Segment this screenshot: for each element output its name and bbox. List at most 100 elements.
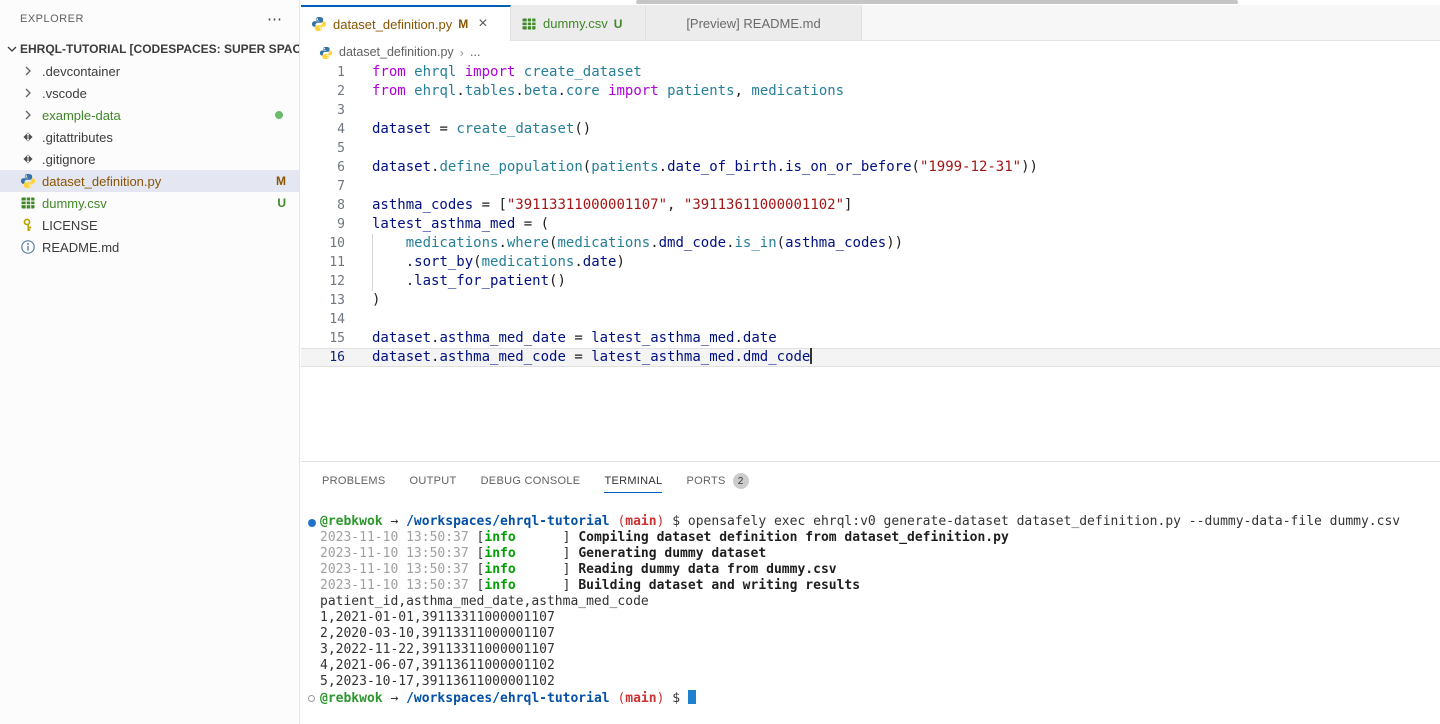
code-line-3: 3 <box>301 101 1440 120</box>
terminal-line-9: 3,2022-11-22,39113311000001107 <box>301 642 1440 658</box>
code-line-9: 9latest_asthma_med = ( <box>301 215 1440 234</box>
terminal-line-7: 1,2021-01-01,39113311000001107 <box>301 610 1440 626</box>
panel-tab-output[interactable]: OUTPUT <box>398 462 469 500</box>
git-status-badge: M <box>276 174 286 188</box>
line-number: 10 <box>301 234 345 253</box>
code-line-2: 2from ehrql.tables.beta.core import pati… <box>301 82 1440 101</box>
code-text[interactable]: ) <box>345 291 380 310</box>
panel-tab-ports[interactable]: PORTS 2 <box>674 462 760 500</box>
explorer-sidebar: EXPLORER ⋯ EHRQL-TUTORIAL [CODESPACES: S… <box>0 0 300 724</box>
terminal-line-10: 4,2021-06-07,39113611000001102 <box>301 658 1440 674</box>
code-line-12: 12 .last_for_patient() <box>301 272 1440 291</box>
terminal-line-2: 2023-11-10 13:50:37 [info ] Compiling da… <box>301 530 1440 546</box>
explorer-root-folder[interactable]: EHRQL-TUTORIAL [CODESPACES: SUPER SPACE … <box>0 38 299 60</box>
code-text[interactable]: latest_asthma_med = ( <box>345 215 549 234</box>
explorer-header: EXPLORER ⋯ <box>0 0 299 38</box>
chevron-right-icon <box>20 107 36 123</box>
license-icon <box>20 217 36 233</box>
code-line-14: 14 <box>301 310 1440 329</box>
code-text[interactable]: .last_for_patient() <box>345 272 566 291</box>
file-label: .gitattributes <box>42 130 299 145</box>
breadcrumb-symbol[interactable]: ... <box>470 45 480 59</box>
git-status-badge: U <box>277 196 286 210</box>
explorer-item-dataset-definition-py[interactable]: dataset_definition.pyM <box>0 170 299 192</box>
file-label: dummy.csv <box>42 196 277 211</box>
explorer-item-license[interactable]: LICENSE <box>0 214 299 236</box>
git-status-badge: U <box>614 17 623 31</box>
explorer-item--devcontainer[interactable]: .devcontainer <box>0 60 299 82</box>
panel-tab-problems[interactable]: PROBLEMS <box>310 462 398 500</box>
code-line-5: 5 <box>301 139 1440 158</box>
explorer-item--gitattributes[interactable]: .gitattributes <box>0 126 299 148</box>
explorer-title: EXPLORER <box>20 13 84 25</box>
code-text[interactable]: from ehrql import create_dataset <box>345 63 642 82</box>
code-line-16: 16dataset.asthma_med_code = latest_asthm… <box>301 348 1440 367</box>
code-line-4: 4dataset = create_dataset() <box>301 120 1440 139</box>
panel-tab-label: PROBLEMS <box>322 475 386 487</box>
chevron-right-icon <box>20 85 36 101</box>
line-number: 1 <box>301 63 345 82</box>
csv-icon <box>20 195 36 211</box>
file-label: example-data <box>42 108 275 123</box>
line-number: 6 <box>301 158 345 177</box>
close-icon[interactable]: × <box>478 16 487 32</box>
chevron-right-icon: › <box>460 45 464 60</box>
terminal-line-11: 5,2023-10-17,39113611000001102 <box>301 674 1440 690</box>
code-text[interactable]: medications.where(medications.dmd_code.i… <box>345 234 903 253</box>
panel-tab-label: PORTS <box>686 475 725 487</box>
line-number: 12 <box>301 272 345 291</box>
breadcrumb-file[interactable]: dataset_definition.py <box>339 45 454 59</box>
git-icon <box>20 151 36 167</box>
terminal-line-8: 2,2020-03-10,39113311000001107 <box>301 626 1440 642</box>
command-decoration-icon[interactable] <box>308 695 315 702</box>
panel-tab-terminal[interactable]: TERMINAL <box>592 462 674 500</box>
ports-count-badge: 2 <box>733 473 749 489</box>
explorer-item--vscode[interactable]: .vscode <box>0 82 299 104</box>
code-line-7: 7 <box>301 177 1440 196</box>
git-change-dot-icon <box>275 111 283 119</box>
line-number: 7 <box>301 177 345 196</box>
line-number: 16 <box>301 348 345 367</box>
explorer-item-readme-md[interactable]: README.md <box>0 236 299 258</box>
code-line-1: 1from ehrql import create_dataset <box>301 63 1440 82</box>
code-text[interactable] <box>345 101 372 120</box>
explorer-item-dummy-csv[interactable]: dummy.csvU <box>0 192 299 214</box>
code-text[interactable]: .sort_by(medications.date) <box>345 253 625 272</box>
python-icon <box>311 16 327 32</box>
terminal-line-5: 2023-11-10 13:50:37 [info ] Building dat… <box>301 578 1440 594</box>
explorer-item-example-data[interactable]: example-data <box>0 104 299 126</box>
code-text[interactable] <box>345 139 372 158</box>
code-text[interactable]: dataset.asthma_med_date = latest_asthma_… <box>345 329 777 348</box>
panel-tab-debug-console[interactable]: DEBUG CONSOLE <box>469 462 593 500</box>
line-number: 3 <box>301 101 345 120</box>
terminal[interactable]: @rebkwok → /workspaces/ehrql-tutorial (m… <box>301 514 1440 724</box>
code-line-6: 6dataset.define_population(patients.date… <box>301 158 1440 177</box>
command-decoration-icon[interactable] <box>308 519 316 527</box>
tab-dataset-definition-py[interactable]: dataset_definition.pyM× <box>301 5 511 41</box>
code-line-13: 13) <box>301 291 1440 310</box>
code-line-11: 11 .sort_by(medications.date) <box>301 253 1440 272</box>
more-actions-icon[interactable]: ⋯ <box>267 10 283 28</box>
chevron-down-icon <box>4 41 20 57</box>
line-number: 11 <box>301 253 345 272</box>
code-text[interactable]: dataset.define_population(patients.date_… <box>345 158 1038 177</box>
tab-dummy-csv[interactable]: dummy.csvU <box>511 5 646 40</box>
panel-tab-label: TERMINAL <box>604 475 662 487</box>
file-label: .gitignore <box>42 152 299 167</box>
code-text[interactable] <box>345 310 372 329</box>
tab--preview-readme-md[interactable]: [Preview] README.md <box>646 5 862 40</box>
line-number: 15 <box>301 329 345 348</box>
file-tree: .devcontainer.vscode example-data .gitattr… <box>0 60 299 258</box>
code-editor[interactable]: 1from ehrql import create_dataset2from e… <box>301 63 1440 367</box>
line-number: 5 <box>301 139 345 158</box>
terminal-line-1: @rebkwok → /workspaces/ehrql-tutorial (m… <box>301 514 1440 530</box>
code-text[interactable]: dataset.asthma_med_code = latest_asthma_… <box>345 348 812 367</box>
code-text[interactable]: asthma_codes = ["39113311000001107", "39… <box>345 196 852 215</box>
code-text[interactable]: dataset = create_dataset() <box>345 120 591 139</box>
code-text[interactable]: from ehrql.tables.beta.core import patie… <box>345 82 844 101</box>
code-text[interactable] <box>345 177 372 196</box>
terminal-line-4: 2023-11-10 13:50:37 [info ] Reading dumm… <box>301 562 1440 578</box>
terminal-line-6: patient_id,asthma_med_date,asthma_med_co… <box>301 594 1440 610</box>
explorer-item--gitignore[interactable]: .gitignore <box>0 148 299 170</box>
tab-scrollbar[interactable] <box>636 0 1238 4</box>
